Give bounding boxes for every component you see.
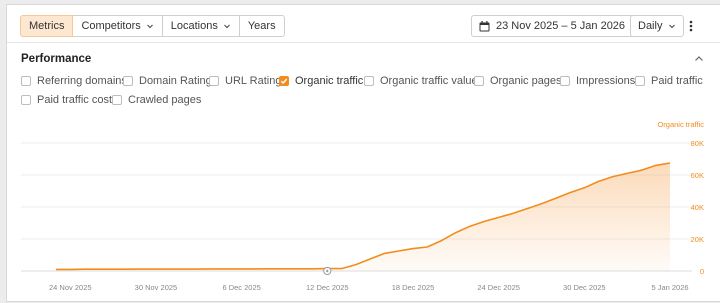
data-point [283, 268, 285, 270]
y-tick-label: 40K [691, 203, 704, 212]
x-tick-label: 30 Nov 2025 [135, 283, 178, 292]
y-tick-label: 20K [691, 235, 704, 244]
data-point [155, 268, 157, 270]
data-point [298, 268, 300, 270]
data-point [240, 268, 242, 270]
data-point [55, 268, 57, 270]
data-point [483, 220, 485, 222]
performance-panel: Metrics Competitors Locations Years 23 N… [6, 4, 720, 302]
data-point [226, 268, 228, 270]
data-point [126, 268, 128, 270]
data-point [69, 268, 71, 270]
data-point [612, 175, 614, 177]
data-point [255, 268, 257, 270]
y-tick-label: 60K [691, 171, 704, 180]
data-point [669, 162, 671, 164]
data-point [426, 246, 428, 248]
x-tick-label: 24 Dec 2025 [477, 283, 520, 292]
data-point [540, 203, 542, 205]
data-point [383, 252, 385, 254]
data-point [597, 180, 599, 182]
data-point [526, 207, 528, 209]
data-point [455, 231, 457, 233]
data-point [469, 225, 471, 227]
data-point [397, 250, 399, 252]
data-point [112, 268, 114, 270]
organic-traffic-chart: 24 Nov 2025 30 Nov 2025 6 Dec 2025 12 Dec 2… [21, 120, 704, 292]
data-point [269, 268, 271, 270]
data-point [440, 239, 442, 241]
data-point [555, 197, 557, 199]
data-point [569, 191, 571, 193]
data-point [512, 212, 514, 214]
y-tick-label: 0 [700, 267, 704, 276]
annotation-marker-icon[interactable] [323, 266, 332, 276]
series-area [56, 163, 670, 271]
data-point [640, 169, 642, 171]
data-point [355, 263, 357, 265]
data-point [212, 268, 214, 270]
x-tick-label: 18 Dec 2025 [392, 283, 435, 292]
data-point [83, 268, 85, 270]
x-tick-label: 24 Nov 2025 [49, 283, 92, 292]
data-point [183, 268, 185, 270]
data-point [98, 268, 100, 270]
tab-metrics-label: Metrics [29, 20, 65, 32]
data-point [497, 216, 499, 218]
data-point [140, 268, 142, 270]
data-point [340, 267, 342, 269]
data-point [626, 172, 628, 174]
x-tick-label: 30 Dec 2025 [563, 283, 606, 292]
tab-metrics[interactable]: Metrics [20, 15, 74, 37]
data-point [583, 187, 585, 189]
x-tick-label: 12 Dec 2025 [306, 283, 349, 292]
x-tick-label: 5 Jan 2026 [651, 283, 688, 292]
y-tick-label: 80K [691, 139, 704, 148]
data-point [198, 268, 200, 270]
data-point [312, 268, 314, 270]
data-point [412, 247, 414, 249]
x-tick-label: 6 Dec 2025 [222, 283, 260, 292]
data-point [655, 164, 657, 166]
data-point [369, 258, 371, 260]
y-axis-title: Organic traffic [657, 120, 704, 129]
data-point [169, 268, 171, 270]
